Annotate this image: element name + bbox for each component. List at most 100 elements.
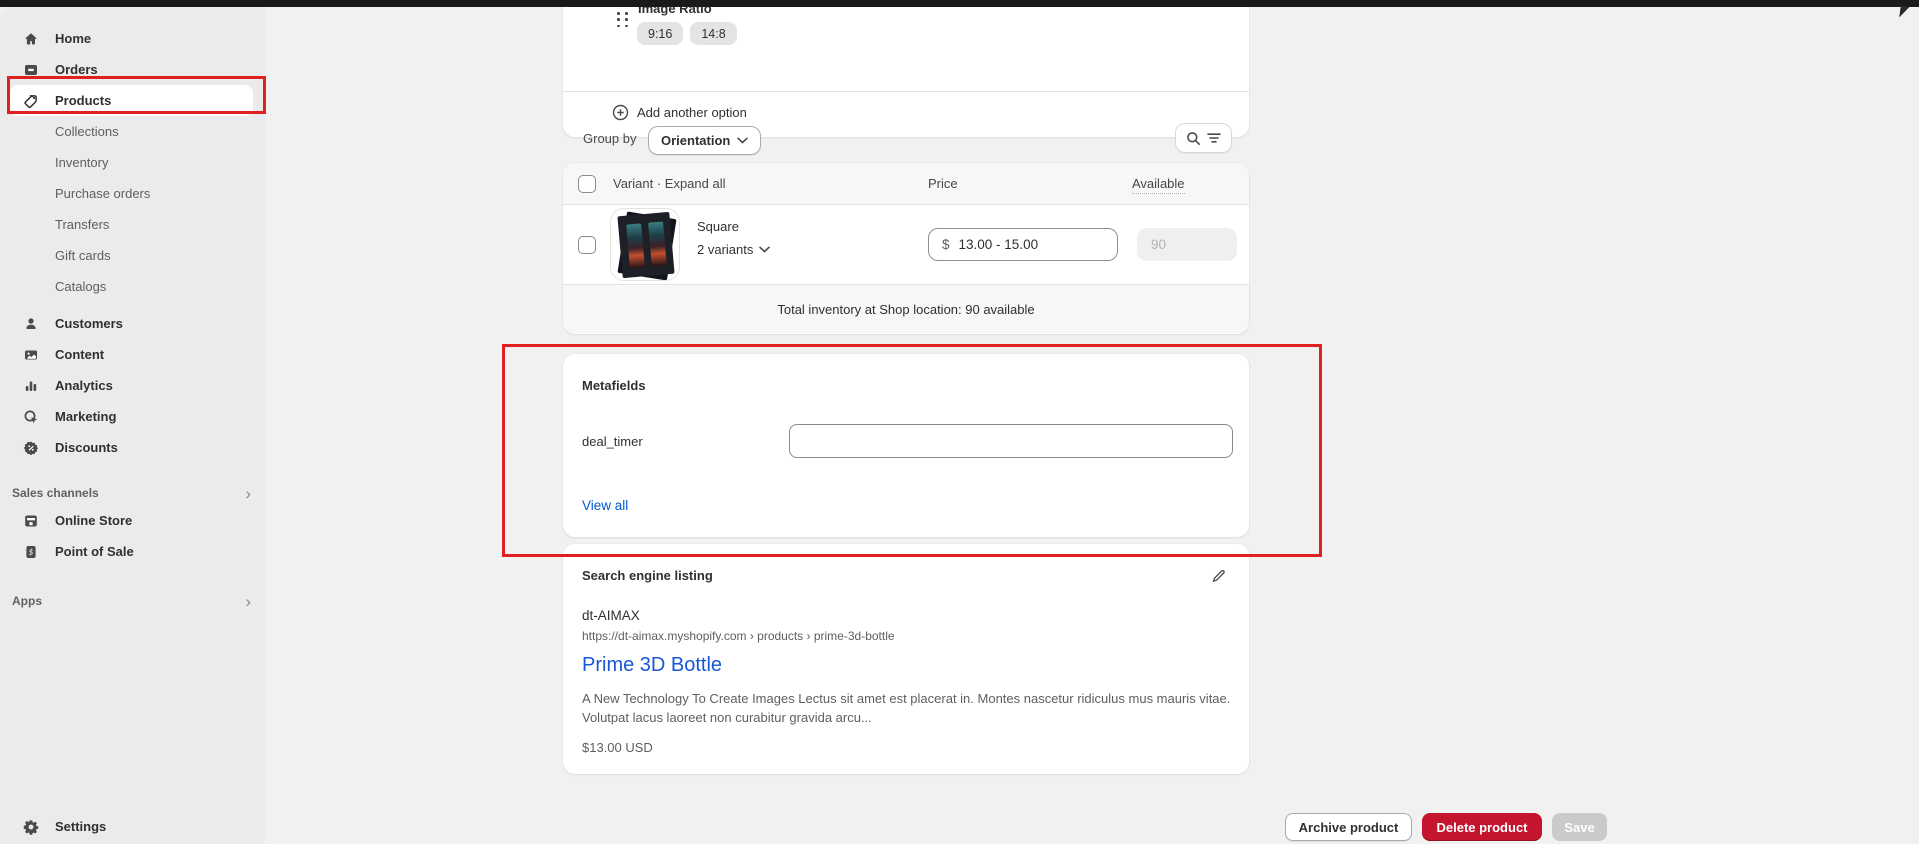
- sidebar-item-label: Purchase orders: [55, 186, 150, 201]
- option-value-chip[interactable]: 9:16: [637, 22, 683, 45]
- sidebar-item-marketing[interactable]: Marketing: [10, 401, 253, 432]
- chevron-right-icon[interactable]: ›: [245, 485, 251, 502]
- available-value: 90: [1151, 237, 1166, 252]
- sidebar-item-catalogs[interactable]: Catalogs: [10, 271, 253, 302]
- sales-channels-header: Sales channels ›: [0, 481, 265, 505]
- price-column-header: Price: [928, 176, 958, 191]
- variant-row: Square 2 variants $ 13.00 - 15.00 90: [563, 205, 1249, 284]
- pos-icon: $: [22, 543, 40, 561]
- sidebar-item-label: Settings: [55, 819, 106, 834]
- content-icon: [22, 346, 40, 364]
- inventory-summary: Total inventory at Shop location: 90 ava…: [563, 284, 1249, 333]
- available-input[interactable]: 90: [1137, 228, 1237, 261]
- seo-page-title: Prime 3D Bottle: [582, 654, 722, 677]
- available-column-header: Available: [1132, 176, 1185, 194]
- seo-description: A New Technology To Create Images Lectus…: [582, 690, 1234, 727]
- sidebar-item-label: Online Store: [55, 513, 132, 528]
- metafield-value-input[interactable]: [789, 424, 1233, 458]
- sidebar-item-label: Collections: [55, 124, 119, 139]
- variant-name: Square: [697, 219, 739, 234]
- metafield-key-label: deal_timer: [582, 434, 643, 449]
- sidebar-item-purchase-orders[interactable]: Purchase orders: [10, 178, 253, 209]
- search-icon: [1186, 131, 1201, 146]
- filter-icon: [1207, 132, 1221, 144]
- seo-breadcrumb-url: https://dt-aimax.myshopify.com › product…: [582, 629, 895, 643]
- sidebar-item-label: Point of Sale: [55, 544, 134, 559]
- chevron-right-icon[interactable]: ›: [245, 593, 251, 610]
- variant-toolbar: Group by Orientation: [563, 123, 1249, 156]
- metafields-title: Metafields: [582, 378, 646, 393]
- analytics-icon: [22, 377, 40, 395]
- chevron-down-icon: [737, 137, 748, 144]
- sidebar-item-label: Gift cards: [55, 248, 111, 263]
- view-all-link[interactable]: View all: [582, 498, 628, 513]
- sales-channels-label: Sales channels: [12, 486, 99, 500]
- sidebar-item-label: Products: [55, 93, 111, 108]
- option-card: Image Ratio 9:16 14:8 Add another option: [563, 0, 1249, 137]
- storefront-icon: [22, 512, 40, 530]
- seo-price: $13.00 USD: [582, 740, 653, 755]
- group-by-value: Orientation: [661, 133, 730, 148]
- group-by-label: Group by: [583, 131, 636, 146]
- sidebar-item-orders[interactable]: Orders: [10, 54, 253, 85]
- sidebar-item-content[interactable]: Content: [10, 339, 253, 370]
- sidebar-item-analytics[interactable]: Analytics: [10, 370, 253, 401]
- archive-product-button[interactable]: Archive product: [1285, 813, 1412, 841]
- save-button[interactable]: Save: [1552, 813, 1607, 841]
- option-value-chip[interactable]: 14:8: [690, 22, 736, 45]
- sidebar-item-label: Orders: [55, 62, 98, 77]
- sidebar-item-label: Inventory: [55, 155, 108, 170]
- option-values: 9:16 14:8: [637, 22, 737, 45]
- discounts-icon: [22, 439, 40, 457]
- sidebar-item-settings[interactable]: Settings: [10, 811, 253, 842]
- sidebar-item-label: Marketing: [55, 409, 116, 424]
- variant-count-label: 2 variants: [697, 242, 753, 257]
- apps-header: Apps ›: [0, 589, 265, 613]
- group-by-dropdown[interactable]: Orientation: [648, 126, 761, 155]
- add-another-option-button[interactable]: Add another option: [612, 104, 747, 121]
- sidebar-item-gift-cards[interactable]: Gift cards: [10, 240, 253, 271]
- seo-card-title: Search engine listing: [582, 568, 713, 583]
- currency-prefix: $: [942, 237, 950, 252]
- metafields-card: Metafields deal_timer View all: [563, 354, 1249, 537]
- sidebar-item-label: Analytics: [55, 378, 113, 393]
- gear-icon: [22, 818, 40, 836]
- sidebar-item-label: Customers: [55, 316, 123, 331]
- marketing-icon: [22, 408, 40, 426]
- delete-product-button[interactable]: Delete product: [1422, 813, 1542, 841]
- sidebar-item-customers[interactable]: Customers: [10, 308, 253, 339]
- sidebar-item-label: Transfers: [55, 217, 109, 232]
- price-input[interactable]: $ 13.00 - 15.00: [928, 228, 1118, 261]
- tag-icon: [22, 92, 40, 110]
- variant-table-card: Variant · Expand all Price Available Squ…: [563, 163, 1249, 334]
- variant-table-header: Variant · Expand all Price Available: [563, 163, 1249, 205]
- variant-thumbnail[interactable]: [610, 208, 680, 281]
- sidebar-item-collections[interactable]: Collections: [10, 116, 253, 147]
- sidebar-item-label: Home: [55, 31, 91, 46]
- search-filter-button[interactable]: [1175, 123, 1232, 153]
- sidebar-item-transfers[interactable]: Transfers: [10, 209, 253, 240]
- home-icon: [22, 30, 40, 48]
- select-all-checkbox[interactable]: [578, 175, 596, 193]
- variant-checkbox[interactable]: [578, 236, 596, 254]
- seo-site-name: dt-AIMAX: [582, 608, 640, 623]
- add-another-option-label: Add another option: [637, 105, 747, 120]
- sidebar-item-home[interactable]: Home: [10, 23, 253, 54]
- sidebar-item-label: Catalogs: [55, 279, 106, 294]
- sidebar-item-point-of-sale[interactable]: $ Point of Sale: [10, 536, 253, 567]
- svg-text:$: $: [29, 547, 34, 556]
- orders-icon: [22, 61, 40, 79]
- edit-seo-button[interactable]: [1205, 562, 1233, 590]
- sidebar-item-discounts[interactable]: Discounts: [10, 432, 253, 463]
- customers-icon: [22, 315, 40, 333]
- sidebar-item-online-store[interactable]: Online Store: [10, 505, 253, 536]
- drag-handle-icon[interactable]: [617, 12, 629, 29]
- top-bar: [0, 0, 1919, 7]
- sidebar-item-inventory[interactable]: Inventory: [10, 147, 253, 178]
- sidebar-item-products[interactable]: Products: [10, 85, 253, 116]
- plus-circle-icon: [612, 104, 629, 121]
- divider: [563, 91, 1249, 92]
- cursor-artifact: [1899, 5, 1910, 18]
- variant-column-header[interactable]: Variant · Expand all: [613, 176, 726, 191]
- variant-expand-toggle[interactable]: 2 variants: [697, 242, 770, 257]
